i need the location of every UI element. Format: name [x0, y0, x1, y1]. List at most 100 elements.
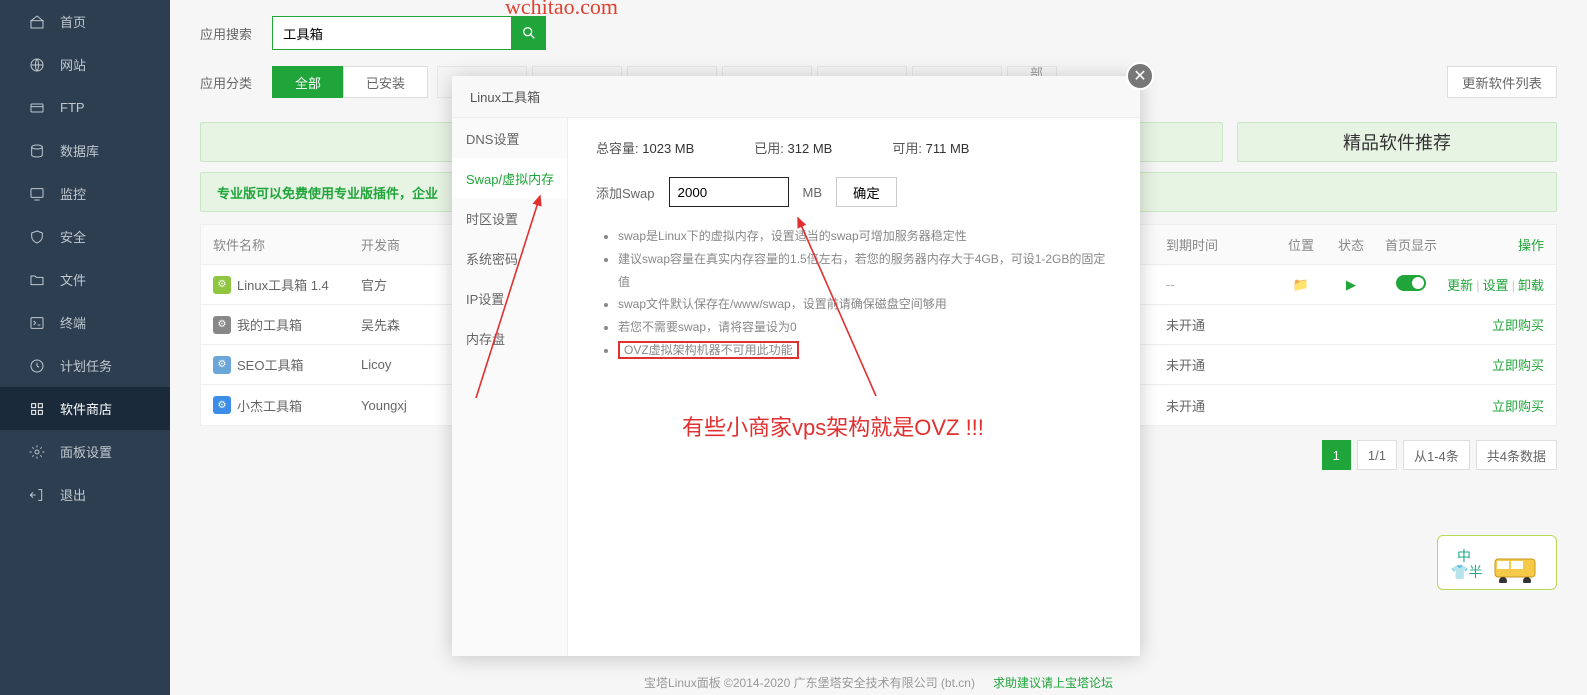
- sidebar: 首页网站 FTP 数据库监控安全文件终端计划任务软件商店面板设置退出: [0, 0, 170, 695]
- swap-label: 添加Swap: [596, 183, 655, 202]
- shield-icon: [28, 228, 46, 246]
- monitor-icon: [28, 185, 46, 203]
- sidebar-item-folder[interactable]: 文件: [0, 258, 170, 301]
- sidebar-item-home[interactable]: 首页: [0, 0, 170, 43]
- bottom-badge: 中 👕半: [1437, 535, 1557, 590]
- tip-item: 若您不需要swap，请将容量设为0: [618, 316, 1112, 339]
- dialog-nav-item[interactable]: IP设置: [452, 278, 567, 318]
- col-status: 状态: [1326, 235, 1376, 254]
- dialog-nav-item[interactable]: 时区设置: [452, 198, 567, 238]
- app-name[interactable]: SEO工具箱: [237, 355, 303, 374]
- app-dev: Youngxj: [361, 398, 461, 413]
- sidebar-item-label: 数据库: [60, 141, 99, 160]
- search-label: 应用搜索: [200, 24, 272, 43]
- sidebar-item-monitor[interactable]: 监控: [0, 172, 170, 215]
- folder-icon[interactable]: 📁: [1293, 277, 1309, 292]
- sidebar-item-label: 文件: [60, 270, 86, 289]
- dialog-linux-toolbox: Linux工具箱 ✕ DNS设置Swap/虚拟内存时区设置系统密码IP设置内存盘…: [452, 76, 1140, 656]
- app-name[interactable]: 小杰工具箱: [237, 396, 302, 415]
- folder-icon: [28, 271, 46, 289]
- col-name: 软件名称: [201, 235, 361, 254]
- database-icon: [28, 142, 46, 160]
- app-icon: ⚙: [213, 276, 231, 294]
- swap-form: 添加Swap MB 确定: [596, 177, 1112, 207]
- sidebar-item-label: 首页: [60, 12, 86, 31]
- memory-stats: 总容量: 1023 MB 已用: 312 MB 可用: 711 MB: [596, 138, 1112, 157]
- swap-unit: MB: [803, 185, 823, 200]
- buy-link[interactable]: 立即购买: [1492, 358, 1544, 373]
- sidebar-item-gear[interactable]: 面板设置: [0, 430, 170, 473]
- globe-icon: [28, 56, 46, 74]
- search-button[interactable]: [512, 16, 546, 50]
- footer-link[interactable]: 求助建议请上宝塔论坛: [993, 674, 1113, 691]
- exit-icon: [28, 486, 46, 504]
- app-name[interactable]: 我的工具箱: [237, 315, 302, 334]
- watermark: wchitao.com: [505, 0, 618, 20]
- tip-item: OVZ虚拟架构机器不可用此功能: [618, 339, 1112, 362]
- gear-icon: [28, 443, 46, 461]
- dialog-nav-item[interactable]: 系统密码: [452, 238, 567, 278]
- sidebar-item-ftp[interactable]: FTP: [0, 86, 170, 129]
- close-icon[interactable]: ✕: [1126, 62, 1154, 90]
- tips-list: swap是Linux下的虚拟内存，设置适当的swap可增加服务器稳定性建议swa…: [596, 225, 1112, 362]
- ftp-icon: [28, 99, 46, 117]
- search-box: [272, 16, 546, 50]
- app-dev: Licoy: [361, 357, 461, 372]
- sidebar-item-globe[interactable]: 网站: [0, 43, 170, 86]
- buy-link[interactable]: 立即购买: [1492, 399, 1544, 414]
- sidebar-item-clock[interactable]: 计划任务: [0, 344, 170, 387]
- sidebar-item-label: 软件商店: [60, 399, 112, 418]
- dialog-nav-item[interactable]: Swap/虚拟内存: [452, 158, 567, 198]
- col-ops: 操作: [1446, 235, 1556, 254]
- app-icon: ⚙: [213, 356, 231, 374]
- tip-item: 建议swap容量在真实内存容量的1.5倍左右，若您的服务器内存大于4GB，可设1…: [618, 248, 1112, 294]
- dialog-nav-item[interactable]: DNS设置: [452, 118, 567, 158]
- sidebar-item-label: 计划任务: [60, 356, 112, 375]
- buy-link[interactable]: 立即购买: [1492, 318, 1544, 333]
- dialog-nav-item[interactable]: 内存盘: [452, 318, 567, 358]
- sidebar-item-shield[interactable]: 安全: [0, 215, 170, 258]
- banner-right: 精品软件推荐: [1237, 122, 1557, 162]
- op-link[interactable]: 卸载: [1518, 278, 1544, 293]
- home-icon: [28, 13, 46, 31]
- tip-item: swap是Linux下的虚拟内存，设置适当的swap可增加服务器稳定性: [618, 225, 1112, 248]
- svg-text:👕半: 👕半: [1451, 564, 1482, 580]
- sidebar-item-label: 网站: [60, 55, 86, 74]
- sidebar-item-terminal[interactable]: 终端: [0, 301, 170, 344]
- refresh-button[interactable]: 更新软件列表: [1447, 66, 1557, 98]
- app-name[interactable]: Linux工具箱 1.4: [237, 275, 329, 294]
- page-total: 1/1: [1357, 440, 1397, 470]
- sidebar-item-database[interactable]: 数据库: [0, 129, 170, 172]
- app-expiry: 未开通: [1166, 355, 1276, 374]
- terminal-icon: [28, 314, 46, 332]
- ok-button[interactable]: 确定: [836, 177, 897, 207]
- op-link[interactable]: 设置: [1483, 278, 1509, 293]
- app-expiry: 未开通: [1166, 315, 1276, 334]
- app-expiry: --: [1166, 277, 1276, 292]
- app-dev: 官方: [361, 275, 461, 294]
- dialog-nav: DNS设置Swap/虚拟内存时区设置系统密码IP设置内存盘: [452, 118, 568, 656]
- dialog-title: Linux工具箱: [470, 87, 540, 106]
- tip-item: swap文件默认保存在/www/swap，设置前请确保磁盘空间够用: [618, 293, 1112, 316]
- op-link[interactable]: 更新: [1447, 278, 1473, 293]
- footer: 宝塔Linux面板 ©2014-2020 广东堡塔安全技术有限公司 (bt.cn…: [170, 669, 1587, 695]
- sidebar-item-exit[interactable]: 退出: [0, 473, 170, 516]
- app-icon: ⚙: [213, 316, 231, 334]
- dialog-header: Linux工具箱 ✕: [452, 76, 1140, 118]
- col-show: 首页显示: [1376, 235, 1446, 254]
- app-dev: 吴先森: [361, 315, 461, 334]
- app-expiry: 未开通: [1166, 396, 1276, 415]
- toggle-switch[interactable]: [1396, 275, 1426, 291]
- tab-all[interactable]: 全部: [272, 66, 344, 98]
- sidebar-item-label: 监控: [60, 184, 86, 203]
- apps-icon: [28, 400, 46, 418]
- swap-input[interactable]: [669, 177, 789, 207]
- play-icon[interactable]: ▶: [1346, 277, 1356, 292]
- sidebar-item-label: 终端: [60, 313, 86, 332]
- sidebar-item-apps[interactable]: 软件商店: [0, 387, 170, 430]
- svg-text:中: 中: [1457, 548, 1471, 564]
- clock-icon: [28, 357, 46, 375]
- tab-installed[interactable]: 已安装: [343, 66, 428, 98]
- search-input[interactable]: [272, 16, 512, 50]
- page-current[interactable]: 1: [1322, 440, 1351, 470]
